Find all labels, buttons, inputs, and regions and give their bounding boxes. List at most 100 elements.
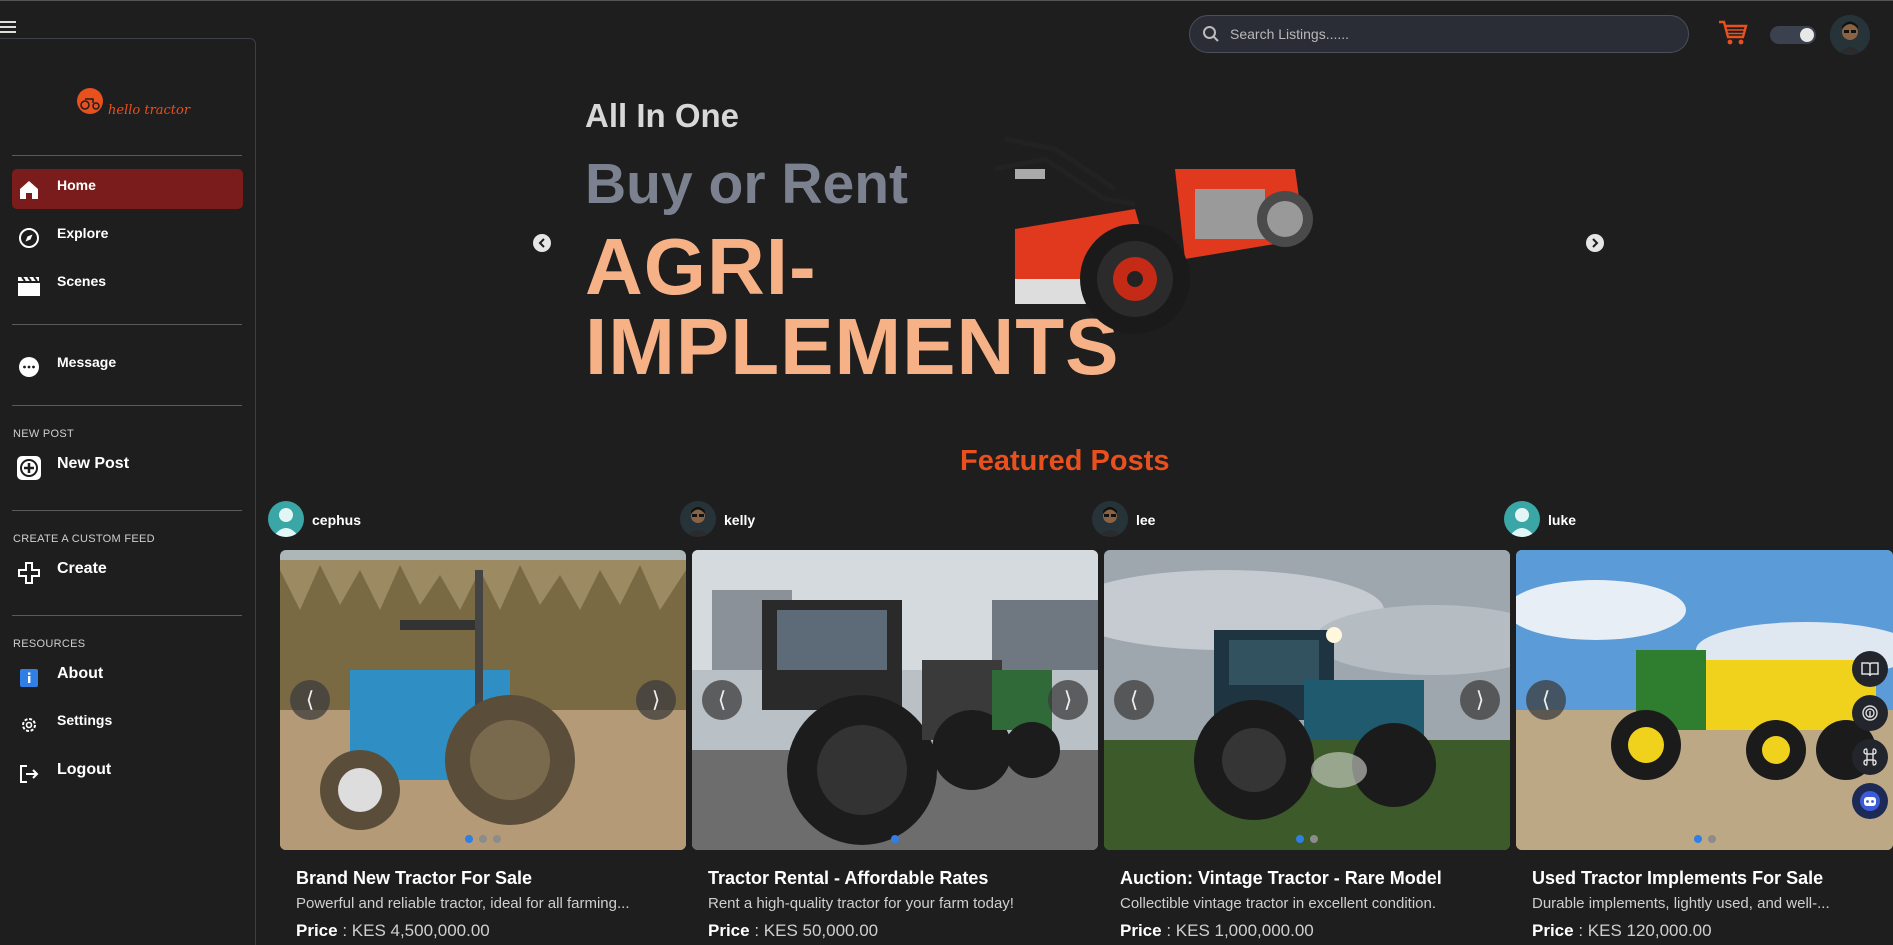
sidebar-item-label: New Post bbox=[57, 455, 130, 472]
price-value: KES 50,000.00 bbox=[763, 921, 879, 940]
info-icon bbox=[16, 665, 42, 691]
sidebar-item-scenes[interactable]: Scenes bbox=[12, 265, 243, 305]
image-next-button[interactable]: ⟩ bbox=[1460, 680, 1500, 720]
pagination-dot[interactable] bbox=[891, 835, 899, 843]
search-icon bbox=[1202, 25, 1220, 48]
sidebar-item-home[interactable]: Home bbox=[12, 169, 243, 209]
image-prev-button[interactable]: ⟨ bbox=[702, 680, 742, 720]
image-next-button[interactable]: ⟩ bbox=[636, 680, 676, 720]
chevron-left-icon bbox=[538, 238, 545, 248]
post-description: Rent a high-quality tractor for your far… bbox=[708, 895, 1014, 912]
search-bar[interactable] bbox=[1189, 15, 1689, 53]
price-label: Price bbox=[708, 921, 750, 940]
image-pagination bbox=[280, 835, 686, 843]
logo-text: hello tractor bbox=[108, 103, 191, 118]
sidebar-item-label: About bbox=[57, 665, 104, 682]
post-title[interactable]: Tractor Rental - Affordable Rates bbox=[708, 868, 988, 889]
price-value: KES 120,000.00 bbox=[1587, 921, 1712, 940]
price-value: KES 4,500,000.00 bbox=[351, 921, 490, 940]
clapperboard-icon bbox=[16, 273, 42, 299]
divider bbox=[12, 405, 242, 406]
post-image[interactable]: ⟨ bbox=[1516, 550, 1893, 850]
hero-prev-button[interactable] bbox=[533, 234, 551, 252]
sidebar-item-label: Home bbox=[57, 177, 96, 193]
pagination-dot[interactable] bbox=[1707, 835, 1716, 843]
pagination-dot[interactable] bbox=[493, 835, 501, 843]
author-avatar bbox=[268, 501, 304, 537]
gear-icon bbox=[16, 712, 42, 738]
post-image[interactable]: ⟨ ⟩ bbox=[280, 550, 686, 850]
divider bbox=[12, 155, 242, 156]
pagination-dot[interactable] bbox=[1310, 835, 1318, 843]
assistant-bot-icon[interactable] bbox=[1852, 783, 1888, 819]
section-title-resources: RESOURCES bbox=[13, 638, 86, 650]
post-description: Durable implements, lightly used, and we… bbox=[1532, 895, 1830, 912]
divider bbox=[12, 324, 242, 325]
author-name: kelly bbox=[724, 512, 756, 528]
post-image[interactable]: ⟨ ⟩ bbox=[692, 550, 1098, 850]
post-title[interactable]: Brand New Tractor For Sale bbox=[296, 868, 532, 889]
author-name: cephus bbox=[312, 512, 362, 528]
author-name: lee bbox=[1136, 512, 1156, 528]
post-price: Price : KES 120,000.00 bbox=[1532, 921, 1712, 940]
fingerprint-icon[interactable] bbox=[1852, 695, 1888, 731]
book-icon[interactable] bbox=[1852, 651, 1888, 687]
sidebar-item-new-post[interactable]: New Post bbox=[12, 447, 243, 487]
hello-tractor-logo[interactable]: hello tractor bbox=[76, 87, 190, 127]
sidebar-item-about[interactable]: About bbox=[12, 657, 243, 697]
post-price: Price : KES 1,000,000.00 bbox=[1120, 921, 1314, 940]
compass-icon bbox=[16, 225, 42, 251]
post-title[interactable]: Used Tractor Implements For Sale bbox=[1532, 868, 1823, 889]
price-label: Price bbox=[1532, 921, 1574, 940]
cart-icon[interactable] bbox=[1718, 19, 1748, 52]
theme-toggle[interactable] bbox=[1770, 26, 1816, 44]
search-input[interactable] bbox=[1230, 24, 1670, 44]
home-icon bbox=[16, 177, 42, 203]
author-avatar bbox=[680, 501, 716, 537]
sidebar-item-label: Message bbox=[57, 354, 117, 370]
add-box-icon bbox=[16, 455, 42, 481]
user-avatar[interactable] bbox=[1830, 15, 1870, 55]
price-value: KES 1,000,000.00 bbox=[1175, 921, 1314, 940]
chat-bubble-icon bbox=[16, 354, 42, 380]
sidebar-item-label: Explore bbox=[57, 225, 109, 241]
pagination-dot[interactable] bbox=[465, 835, 473, 843]
post-description: Collectible vintage tractor in excellent… bbox=[1120, 895, 1437, 912]
plus-icon bbox=[16, 560, 42, 586]
hero-next-button[interactable] bbox=[1586, 234, 1604, 252]
pagination-dot[interactable] bbox=[1693, 835, 1702, 843]
price-label: Price bbox=[296, 921, 338, 940]
post-price: Price : KES 4,500,000.00 bbox=[296, 921, 490, 940]
post-image[interactable]: ⟨ ⟩ bbox=[1104, 550, 1510, 850]
sidebar-item-message[interactable]: Message bbox=[12, 346, 243, 386]
sidebar-item-settings[interactable]: Settings bbox=[12, 704, 243, 744]
post-title[interactable]: Auction: Vintage Tractor - Rare Model bbox=[1120, 868, 1442, 889]
image-prev-button[interactable]: ⟨ bbox=[290, 680, 330, 720]
image-next-button[interactable]: ⟩ bbox=[1048, 680, 1088, 720]
sidebar-item-label: Logout bbox=[57, 761, 112, 778]
sidebar-item-logout[interactable]: Logout bbox=[12, 753, 243, 793]
pagination-dot[interactable] bbox=[479, 835, 487, 843]
author-avatar bbox=[1504, 501, 1540, 537]
image-pagination bbox=[1104, 835, 1510, 843]
walking-tractor-image bbox=[994, 136, 1313, 334]
author-name: luke bbox=[1548, 512, 1577, 528]
command-icon[interactable] bbox=[1852, 739, 1888, 775]
section-title-custom-feed: CREATE A CUSTOM FEED bbox=[13, 533, 155, 545]
hamburger-menu-icon[interactable] bbox=[0, 21, 16, 33]
divider bbox=[12, 615, 242, 616]
sidebar-item-label: Scenes bbox=[57, 273, 107, 289]
logout-icon bbox=[16, 761, 42, 787]
image-prev-button[interactable]: ⟨ bbox=[1526, 680, 1566, 720]
price-label: Price bbox=[1120, 921, 1162, 940]
divider bbox=[12, 510, 242, 511]
post-price: Price : KES 50,000.00 bbox=[708, 921, 879, 940]
image-prev-button[interactable]: ⟨ bbox=[1114, 680, 1154, 720]
image-pagination bbox=[692, 835, 1098, 843]
hero-subtitle: All In One bbox=[585, 97, 740, 134]
pagination-dot[interactable] bbox=[1296, 835, 1304, 843]
toggle-knob bbox=[1800, 28, 1814, 42]
sidebar-item-create[interactable]: Create bbox=[12, 552, 243, 592]
sidebar-item-explore[interactable]: Explore bbox=[12, 217, 243, 257]
hero-middle-text: Buy or Rent bbox=[585, 152, 909, 216]
